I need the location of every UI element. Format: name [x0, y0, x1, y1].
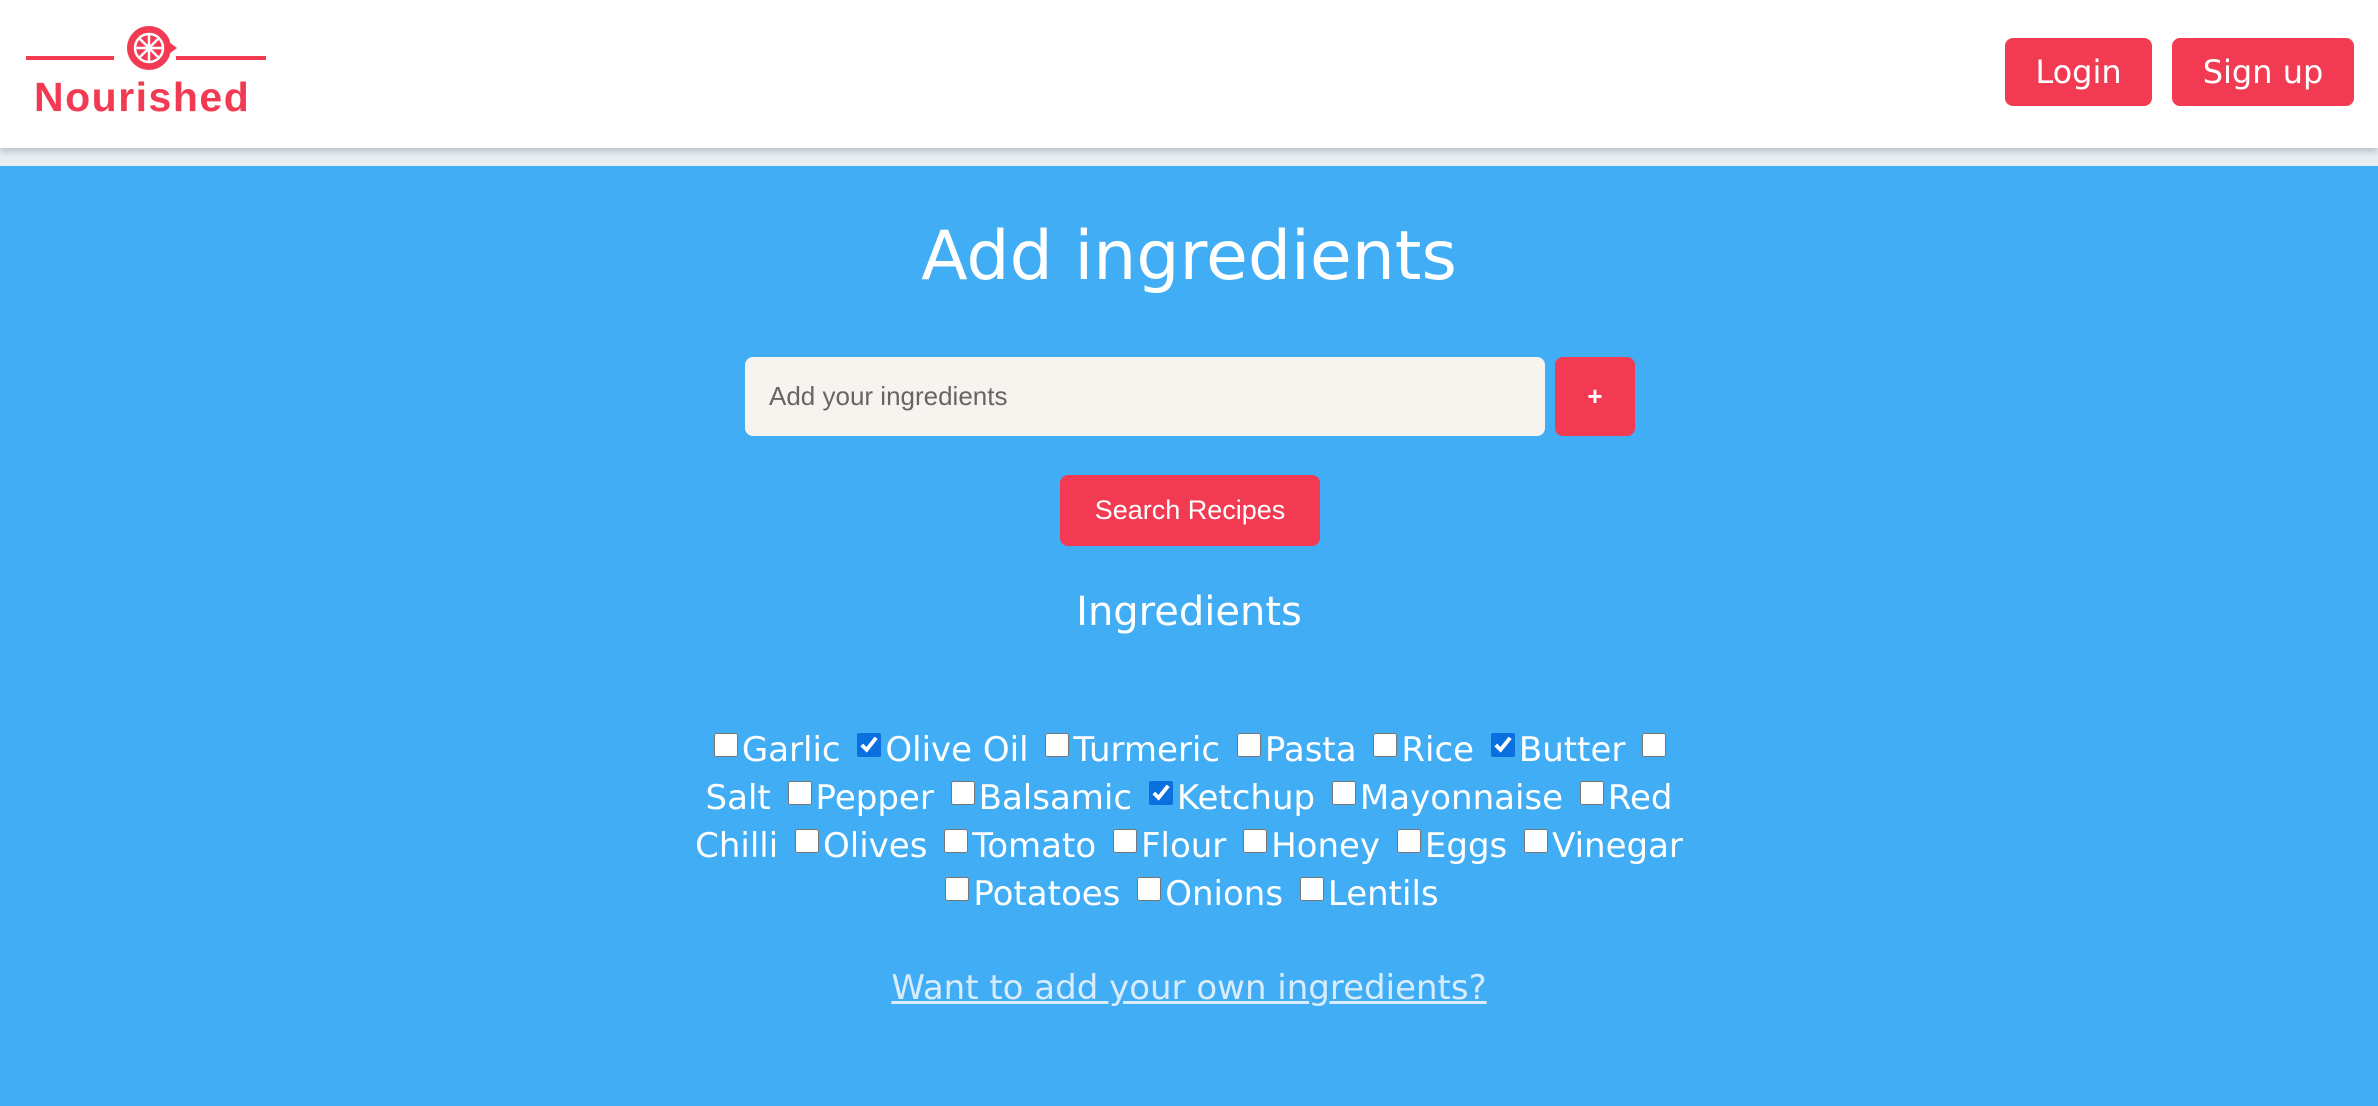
search-recipes-button[interactable]: Search Recipes	[1060, 475, 1320, 546]
ingredient-option[interactable]: Vinegar	[1518, 826, 1683, 866]
ingredient-option[interactable]: Olives	[789, 826, 927, 866]
ingredient-label: Olive Oil	[885, 730, 1029, 770]
ingredient-checkbox[interactable]	[1331, 781, 1356, 805]
ingredient-option[interactable]: Potatoes	[939, 874, 1120, 914]
logo-line-right	[176, 56, 266, 60]
ingredient-option[interactable]: Flour	[1107, 826, 1226, 866]
ingredient-option[interactable]: Ketchup	[1143, 778, 1315, 818]
ingredient-checkbox[interactable]	[795, 829, 819, 853]
ingredient-option[interactable]: Pepper	[782, 778, 934, 818]
ingredient-label: Olives	[823, 826, 928, 866]
ingredient-checkbox[interactable]	[945, 877, 970, 901]
ingredient-checkbox[interactable]	[1524, 829, 1549, 853]
ingredient-option[interactable]: Pasta	[1231, 730, 1357, 770]
ingredient-label: Flour	[1140, 826, 1227, 866]
ingredient-checkbox[interactable]	[1642, 733, 1667, 757]
ingredient-option[interactable]: Balsamic	[945, 778, 1132, 818]
logo-line-left	[26, 56, 114, 60]
ingredient-input[interactable]	[745, 357, 1545, 436]
ingredient-checkbox[interactable]	[1396, 829, 1421, 853]
own-ingredients-link-wrapper: Want to add your own ingredients?	[0, 960, 2378, 1016]
ingredient-label: Pepper	[815, 778, 934, 818]
ingredient-checkbox[interactable]	[1299, 877, 1324, 901]
ingredient-checkbox[interactable]	[857, 733, 882, 757]
brand-logo[interactable]: Nourished	[26, 14, 268, 124]
ingredient-label: Balsamic	[978, 778, 1133, 818]
ingredient-label: Salt	[705, 778, 771, 818]
ingredient-option[interactable]: Lentils	[1294, 874, 1439, 914]
ingredient-label: Butter	[1518, 730, 1626, 770]
ingredient-checkbox[interactable]	[1045, 733, 1070, 757]
ingredient-checkbox[interactable]	[713, 733, 738, 757]
ingredient-label: Vinegar	[1552, 826, 1683, 866]
ingredient-label: Ketchup	[1176, 778, 1316, 818]
ingredient-option[interactable]: Tomato	[938, 826, 1096, 866]
header-divider	[0, 148, 2378, 166]
ingredient-option[interactable]: Eggs	[1391, 826, 1507, 866]
ingredient-checkbox[interactable]	[1243, 829, 1268, 853]
login-button[interactable]: Login	[2005, 38, 2152, 106]
ingredient-label: Pasta	[1264, 730, 1357, 770]
top-navbar: Nourished Login Sign up	[0, 0, 2378, 148]
ingredient-checkbox[interactable]	[1579, 781, 1604, 805]
ingredient-option[interactable]: Butter	[1485, 730, 1625, 770]
ingredient-label: Garlic	[741, 730, 841, 770]
brand-name: Nourished	[34, 74, 251, 120]
ingredient-checkbox[interactable]	[1148, 781, 1173, 805]
ingredient-checkbox[interactable]	[1112, 829, 1137, 853]
ingredient-option[interactable]: Onions	[1131, 874, 1283, 914]
ingredient-checkbox[interactable]	[944, 829, 969, 853]
ingredient-checkbox[interactable]	[787, 781, 812, 805]
signup-button[interactable]: Sign up	[2172, 38, 2354, 106]
lemon-slice-icon	[127, 26, 177, 70]
ingredient-checkbox[interactable]	[1137, 877, 1162, 901]
ingredient-label: Turmeric	[1073, 730, 1221, 770]
ingredient-label: Mayonnaise	[1359, 778, 1564, 818]
ingredient-label: Honey	[1271, 826, 1381, 866]
ingredient-checkbox[interactable]	[1490, 733, 1515, 757]
ingredient-option[interactable]: Garlic	[708, 730, 841, 770]
ingredient-option[interactable]: Olive Oil	[851, 730, 1029, 770]
add-ingredient-button[interactable]: +	[1555, 357, 1635, 436]
ingredient-option[interactable]: Honey	[1237, 826, 1380, 866]
ingredient-checkbox[interactable]	[1373, 733, 1398, 757]
ingredient-checkbox-list: Garlic Olive Oil Turmeric Pasta Rice But…	[690, 726, 1688, 918]
ingredient-checkbox[interactable]	[1236, 733, 1261, 757]
ingredient-label: Potatoes	[973, 874, 1121, 914]
ingredient-label: Onions	[1165, 874, 1284, 914]
ingredient-checkbox[interactable]	[950, 781, 975, 805]
ingredient-label: Tomato	[972, 826, 1097, 866]
ingredient-label: Lentils	[1327, 874, 1439, 914]
add-own-ingredients-link[interactable]: Want to add your own ingredients?	[891, 968, 1486, 1008]
ingredient-label: Rice	[1401, 730, 1475, 770]
ingredient-option[interactable]: Turmeric	[1039, 730, 1220, 770]
ingredients-heading: Ingredients	[1076, 589, 1302, 635]
ingredient-option[interactable]: Rice	[1367, 730, 1474, 770]
page-title: Add ingredients	[921, 217, 1457, 296]
ingredient-option[interactable]: Mayonnaise	[1326, 778, 1563, 818]
ingredient-label: Eggs	[1424, 826, 1508, 866]
